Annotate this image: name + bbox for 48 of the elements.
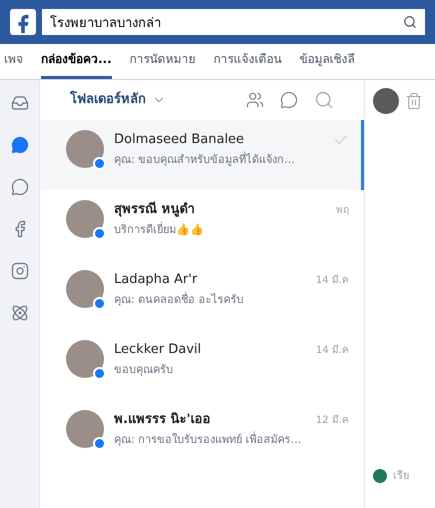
- tab[interactable]: การนัดหมาย: [130, 50, 196, 79]
- inbox-icon[interactable]: [10, 94, 28, 112]
- tab[interactable]: การแจ้งเตือน: [214, 50, 282, 79]
- message-time: พฤ: [336, 204, 349, 218]
- message-preview: ขอบคุณครับ: [114, 362, 174, 378]
- conversation-row[interactable]: Dolmaseed Banalee คุณ: ขอบคุณสำหรับข้อมูลที่ได้แจ้งก...: [40, 120, 364, 190]
- contact-name: Ladapha Ar'r: [114, 271, 198, 289]
- avatar: [66, 340, 104, 378]
- tab[interactable]: ข้อมูลเชิงลึ: [300, 50, 355, 79]
- messenger-badge-icon: [93, 297, 106, 310]
- avatar: [66, 130, 104, 168]
- people-icon[interactable]: [246, 91, 264, 109]
- conversation-row[interactable]: Ladapha Ar'r คุณ: ตนคลอดชื่อ อะไรครับ 14 มี.ค: [40, 260, 364, 330]
- facebook-logo-icon[interactable]: [10, 9, 36, 35]
- chat-bubble-icon[interactable]: [10, 136, 28, 154]
- tab[interactable]: กล่องข้อคว...: [41, 50, 112, 79]
- instagram-icon[interactable]: [10, 262, 28, 280]
- messenger-badge-icon: [93, 157, 106, 170]
- avatar: [373, 88, 399, 114]
- messenger-badge-icon: [93, 437, 106, 450]
- message-time: 14 มี.ค: [316, 344, 349, 358]
- comment-icon[interactable]: [10, 178, 28, 196]
- footer-text: เรีย: [393, 468, 409, 484]
- message-time: 12 มี.ค: [316, 414, 349, 428]
- apps-icon[interactable]: [10, 304, 28, 322]
- avatar: [66, 270, 104, 308]
- avatar: [66, 410, 104, 448]
- contact-name: พ.แพรรร นิะ'เออ: [114, 411, 212, 429]
- message-preview: คุณ: ขอบคุณสำหรับข้อมูลที่ได้แจ้งก...: [114, 152, 296, 168]
- folder-dropdown[interactable]: โฟลเดอร์หลัก: [70, 90, 166, 110]
- trash-icon[interactable]: [405, 92, 423, 110]
- messenger-badge-icon: [93, 367, 106, 380]
- contact-name: สุพรรณี หนูดำ: [114, 200, 196, 219]
- contact-name: Leckker Davil: [114, 341, 202, 359]
- search-field[interactable]: โรงพยาบาลบางกล่า: [42, 9, 403, 35]
- messenger-badge-icon: [93, 227, 106, 240]
- message-preview: คุณ: การขอใบรับรองแพทย์ เพื่อสมัคร...: [114, 432, 302, 448]
- conversation-row[interactable]: สุพรรณี หนูดำ บริการดีเยี่ยม👍👍 พฤ: [40, 190, 364, 260]
- search-button[interactable]: [403, 9, 425, 35]
- tab[interactable]: เพจ: [4, 50, 23, 79]
- message-preview: คุณ: ตนคลอดชื่อ อะไรครับ: [114, 292, 245, 308]
- conversation-row[interactable]: Leckker Davil ขอบคุณครับ 14 มี.ค: [40, 330, 364, 400]
- message-time: 14 มี.ค: [316, 274, 349, 288]
- message-preview: บริการดีเยี่ยม👍👍: [114, 222, 205, 238]
- avatar: [66, 200, 104, 238]
- conversation-row[interactable]: พ.แพรรร นิะ'เออ คุณ: การขอใบรับรองแพทย์ เพื่อสมัคร... 12 มี.ค: [40, 400, 364, 470]
- search-icon[interactable]: [403, 15, 417, 29]
- contact-name: Dolmaseed Banalee: [114, 131, 246, 149]
